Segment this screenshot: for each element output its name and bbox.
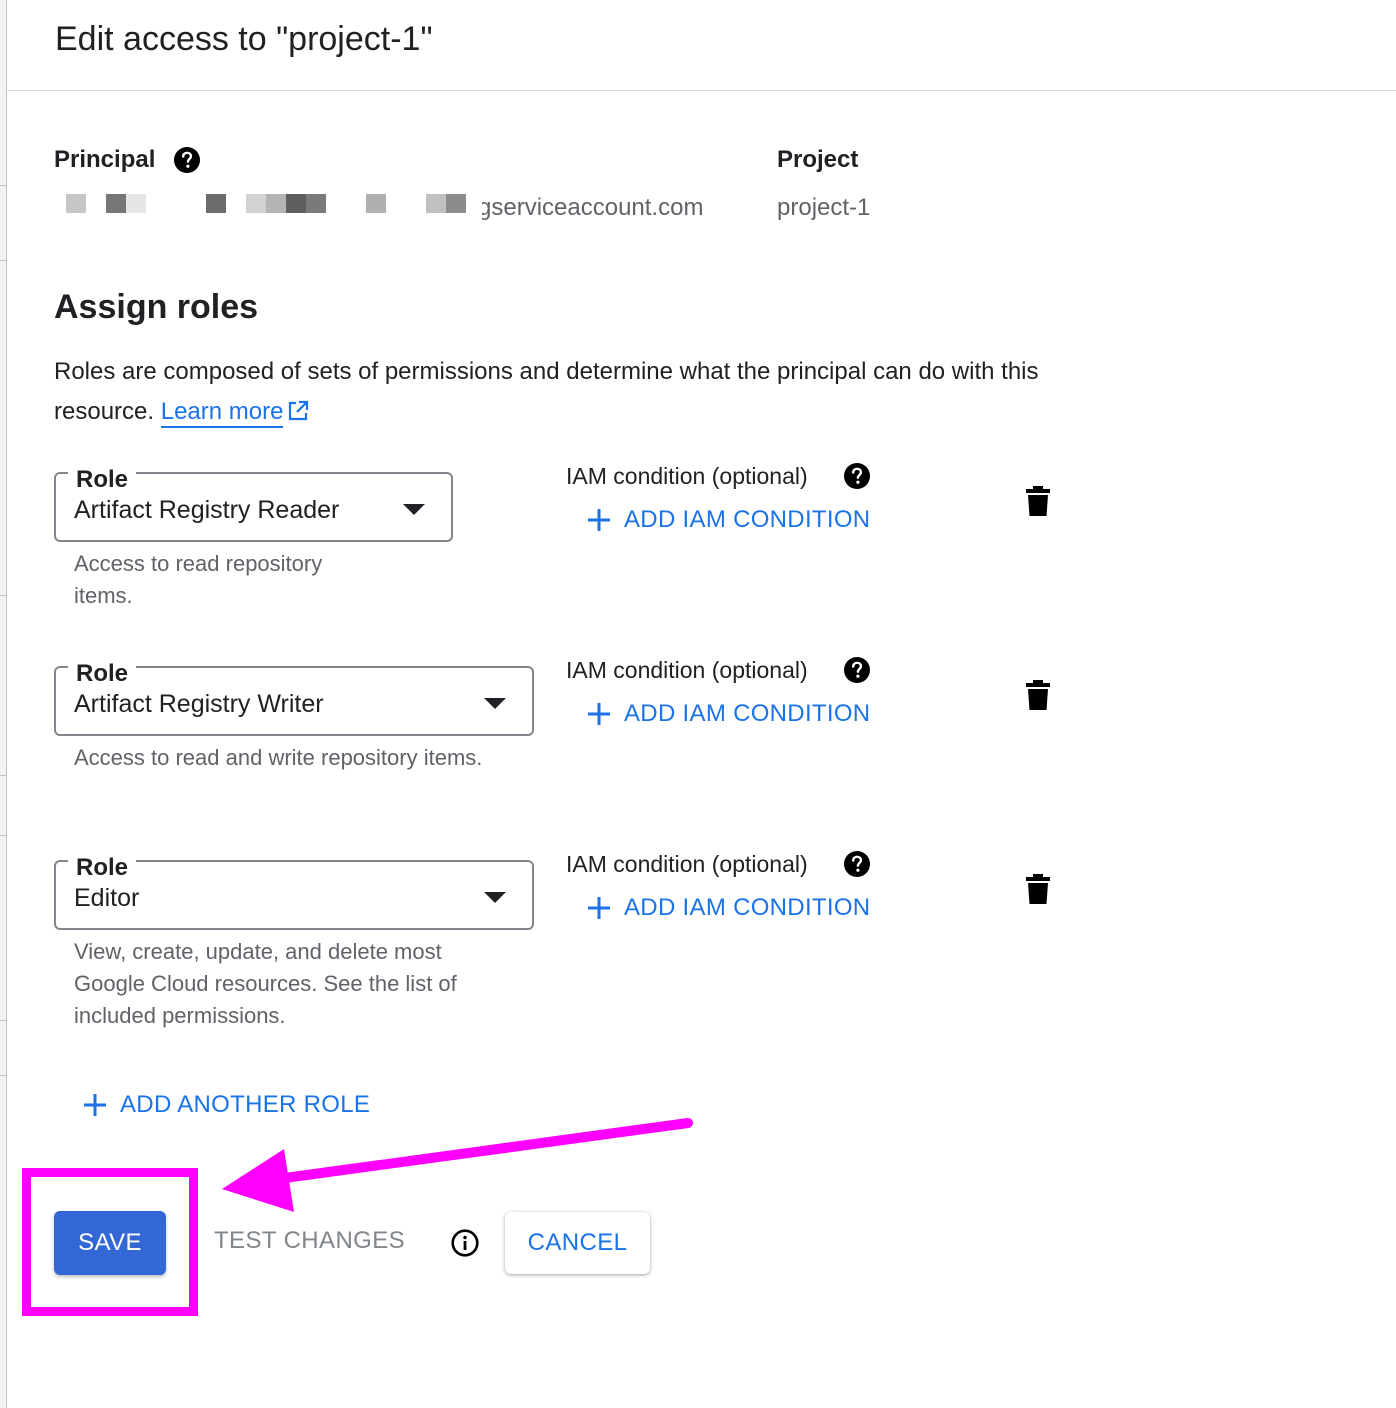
trash-icon[interactable] (1026, 874, 1050, 904)
cancel-button[interactable]: CANCEL (505, 1212, 650, 1274)
iam-condition-label: IAM condition (optional) (566, 851, 808, 877)
edge-divider (0, 775, 6, 776)
role-select-2[interactable]: Role Artifact Registry Writer (54, 662, 534, 736)
add-iam-condition-label: ADD IAM CONDITION (624, 700, 871, 727)
edit-access-dialog: Edit access to "project-1" Principal gse… (0, 0, 1396, 1408)
help-circle-icon[interactable] (843, 462, 871, 490)
edge-divider (0, 835, 6, 836)
trash-icon[interactable] (1026, 486, 1050, 516)
principal-value: gserviceaccount.com (482, 194, 704, 221)
dropdown-arrow-icon[interactable] (484, 698, 506, 709)
role-field-value: Editor (74, 884, 140, 912)
principal-label: Principal (54, 146, 156, 173)
project-label: Project (777, 146, 859, 173)
role-description: View, create, update, and delete most Go… (74, 939, 457, 1028)
plus-icon (588, 897, 610, 919)
role-select-1[interactable]: Role Artifact Registry Reader (54, 468, 453, 542)
role-field-value: Artifact Registry Reader (74, 496, 340, 524)
add-another-role-label: ADD ANOTHER ROLE (120, 1091, 371, 1118)
dropdown-arrow-icon[interactable] (403, 504, 425, 515)
learn-more-label: Learn more (160, 398, 284, 425)
help-circle-icon[interactable] (843, 656, 871, 684)
test-changes-button[interactable]: TEST CHANGES (214, 1227, 405, 1255)
info-icon[interactable] (451, 1229, 479, 1257)
annotation-highlight-box (22, 1168, 198, 1316)
edge-divider (0, 595, 6, 596)
add-iam-condition-button[interactable]: ADD IAM CONDITION (586, 894, 870, 922)
learn-more-link[interactable]: Learn more (160, 398, 284, 428)
cancel-button-label: CANCEL (527, 1229, 628, 1256)
iam-condition-label: IAM condition (optional) (566, 463, 808, 489)
external-link-icon (289, 400, 309, 421)
role-field-value: Artifact Registry Writer (74, 690, 324, 718)
add-iam-condition-button[interactable]: ADD IAM CONDITION (586, 506, 870, 534)
edge-divider (0, 1075, 6, 1076)
role-field-label: Role (68, 856, 137, 880)
project-value: project-1 (777, 194, 871, 221)
add-another-role-button[interactable]: ADD ANOTHER ROLE (82, 1091, 370, 1119)
add-iam-condition-label: ADD IAM CONDITION (624, 506, 871, 533)
dialog-header: Edit access to "project-1" (7, 0, 1396, 91)
role-field-label: Role (68, 662, 137, 686)
plus-icon (588, 509, 610, 531)
plus-icon (84, 1094, 106, 1116)
assign-roles-title: Assign roles (54, 288, 259, 326)
add-iam-condition-button[interactable]: ADD IAM CONDITION (586, 700, 870, 728)
dropdown-arrow-icon[interactable] (484, 892, 506, 903)
edge-divider (0, 185, 6, 186)
help-circle-icon[interactable] (843, 850, 871, 878)
plus-icon (588, 703, 610, 725)
role-field-label: Role (68, 468, 137, 492)
add-iam-condition-label: ADD IAM CONDITION (624, 894, 871, 921)
principal-value-clip: gserviceaccount.com (482, 190, 732, 226)
assign-roles-description: Roles are composed of sets of permission… (54, 352, 1044, 432)
iam-condition-label: IAM condition (optional) (566, 657, 808, 683)
left-edge-panel (0, 0, 7, 1408)
role-description: Access to read repository items. (74, 551, 323, 608)
dialog-title: Edit access to "project-1" (55, 20, 433, 58)
help-circle-icon[interactable] (173, 146, 201, 174)
edge-divider (0, 260, 6, 261)
trash-icon[interactable] (1026, 680, 1050, 710)
role-select-3[interactable]: Role Editor (54, 856, 534, 930)
edge-divider (0, 1020, 6, 1021)
role-description: Access to read and write repository item… (74, 745, 483, 770)
